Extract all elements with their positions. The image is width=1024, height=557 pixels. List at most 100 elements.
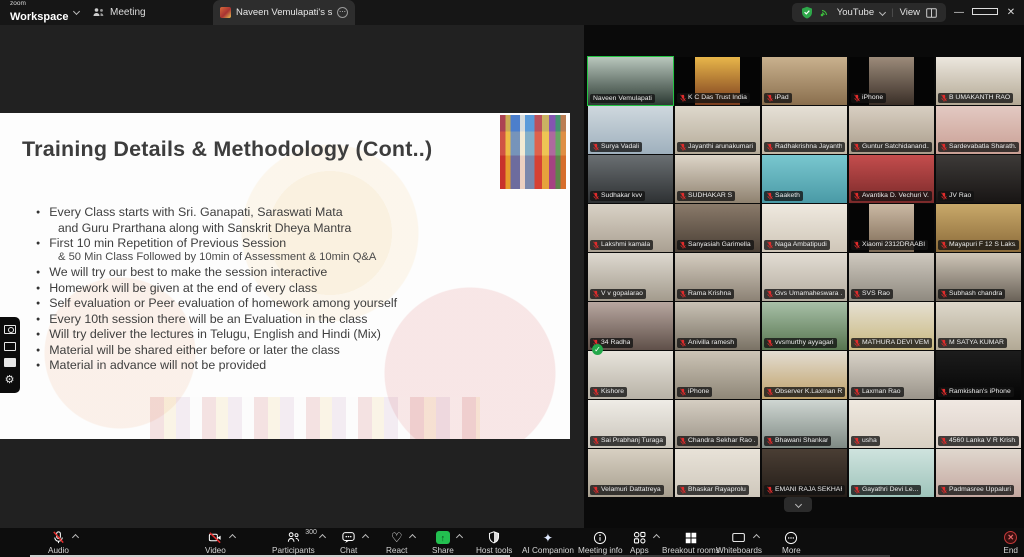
participant-tile[interactable]: M SATYA KUMAR [936, 302, 1021, 350]
chevron-up-icon[interactable] [456, 534, 463, 541]
participant-tile[interactable]: Kishore [588, 351, 673, 399]
breakout-rooms-button[interactable]: Breakout rooms [662, 530, 720, 556]
video-button[interactable]: Video [205, 530, 226, 556]
audio-button[interactable]: Audio [48, 530, 69, 556]
participant-tile[interactable]: Padmasree Uppaluri [936, 449, 1021, 497]
ai-companion-label: AI Companion [522, 546, 574, 555]
participant-tile[interactable]: Surya Vadali [588, 106, 673, 154]
end-label: End [1003, 546, 1018, 555]
participant-tile[interactable]: Sardevabatla Sharath... [936, 106, 1021, 154]
participant-tile[interactable]: Sai Prabhanj Turaga [588, 400, 673, 448]
muted-mic-icon [593, 290, 599, 298]
gear-icon[interactable]: ⚙ [5, 375, 15, 385]
share-label: Share [432, 546, 454, 555]
participant-tile[interactable]: Velamuri Dattatreya [588, 449, 673, 497]
maximize-button[interactable] [972, 7, 998, 18]
participant-tile[interactable]: B UMAKANTH RAO [936, 57, 1021, 105]
participant-tile[interactable]: Observer K.Laxman R... [762, 351, 847, 399]
participant-tile[interactable]: Radhakrishna Jayanthi [762, 106, 847, 154]
participant-tile[interactable]: vvsmurthy ayyagari [762, 302, 847, 350]
participant-tile[interactable]: iPhone [675, 351, 760, 399]
close-button[interactable]: ✕ [998, 7, 1024, 18]
record-icon[interactable] [4, 358, 16, 367]
participant-tile[interactable]: Jayanthi arunakumari [675, 106, 760, 154]
chevron-up-icon[interactable] [408, 534, 415, 541]
participant-tile[interactable]: MATHURA DEVI VEMPA... [849, 302, 934, 350]
meeting-info-button[interactable]: Meeting info [578, 530, 623, 556]
participant-tile[interactable]: Avantika D. Vechuri V... [849, 155, 934, 203]
host-tools-button[interactable]: Host tools [476, 530, 512, 556]
react-button[interactable]: ♡ React [386, 530, 407, 556]
participant-tile[interactable]: Anivilla ramesh [675, 302, 760, 350]
participant-tile[interactable]: Laxman Rao [849, 351, 934, 399]
participant-tile[interactable]: Lakshmi kamala [588, 204, 673, 252]
participant-tile[interactable]: iPhone [849, 57, 934, 105]
participant-tile[interactable]: iPad [762, 57, 847, 105]
participant-tile[interactable]: Bhawani Shankar [762, 400, 847, 448]
whiteboards-button[interactable]: Whiteboards [716, 530, 762, 556]
slide-bullet: ●Will try deliver the lectures in Telugu… [30, 327, 535, 342]
apps-button[interactable]: Apps [630, 530, 649, 556]
participant-tile[interactable]: Xiaomi 2312DRAABI [849, 204, 934, 252]
participant-tile[interactable]: Ramkishan's iPhone [936, 351, 1021, 399]
participant-tile[interactable]: Rama Krishna [675, 253, 760, 301]
chevron-up-icon[interactable] [653, 534, 660, 541]
more-label: More [782, 546, 801, 555]
chevron-down-icon[interactable] [73, 8, 80, 15]
participant-name-label: Sardevabatla Sharath... [938, 142, 1019, 152]
participant-tile[interactable]: V v gopalarao [588, 253, 673, 301]
participant-tile[interactable]: Subhash chandra [936, 253, 1021, 301]
video-label: Video [205, 546, 226, 555]
participant-tile[interactable]: Chandra Sekhar Rao ... [675, 400, 760, 448]
participant-name: Guntur Satchidanand... [862, 143, 929, 150]
participants-button[interactable]: 300 Participants [272, 530, 315, 556]
participant-name-label: V v gopalarao [590, 289, 646, 299]
camera-icon[interactable] [4, 325, 16, 334]
tab-shared-screen[interactable]: Naveen Vemulapati's screen ⋯ [213, 0, 355, 25]
minimize-button[interactable]: — [946, 7, 972, 18]
participant-tile[interactable]: Bhaskar Rayaprolu [675, 449, 760, 497]
participant-name: Observer K.Laxman R... [775, 388, 842, 395]
participant-tile[interactable]: usha [849, 400, 934, 448]
gallery-next-page-button[interactable] [784, 497, 812, 512]
muted-mic-icon [767, 94, 773, 102]
participant-tile[interactable]: Gvs Umamaheswara ... [762, 253, 847, 301]
participant-name-label: Sai Prabhanj Turaga [590, 436, 666, 446]
participant-tile[interactable]: Naveen Vemulapati [588, 57, 673, 105]
participant-tile[interactable]: SVS Rao [849, 253, 934, 301]
chat-button[interactable]: Chat [340, 530, 357, 556]
chevron-up-icon[interactable] [362, 534, 369, 541]
participant-tile[interactable]: Guntur Satchidanand... [849, 106, 934, 154]
end-button[interactable]: ✕ End [1003, 530, 1018, 556]
view-label[interactable]: View [900, 7, 920, 18]
tab-meeting[interactable]: Meeting [92, 0, 146, 25]
more-button[interactable]: More [782, 530, 801, 556]
participant-tile[interactable]: 34 Radha ✓ [588, 302, 673, 350]
participant-name: Anivilla ramesh [688, 339, 734, 346]
participant-name-label: Naveen Vemulapati [590, 94, 655, 103]
participant-tile[interactable]: Gayathri Devi Le... [849, 449, 934, 497]
chevron-down-icon[interactable] [879, 9, 886, 16]
participant-tile[interactable]: EMANI RAJA SEKHAR [762, 449, 847, 497]
chevron-up-icon[interactable] [319, 534, 326, 541]
participant-name-label: Guntur Satchidanand... [851, 142, 932, 152]
chevron-up-icon[interactable] [753, 534, 760, 541]
participant-tile[interactable]: Sudhakar kvv [588, 155, 673, 203]
tab-options-icon[interactable]: ⋯ [337, 7, 348, 18]
chevron-up-icon[interactable] [229, 534, 236, 541]
participant-tile[interactable]: 4560 Lanka V R Krish... [936, 400, 1021, 448]
live-stream-status[interactable]: YouTube | View [792, 3, 946, 22]
participant-tile[interactable]: Saaketh [762, 155, 847, 203]
screen-rect-icon[interactable] [4, 342, 16, 351]
participant-tile[interactable]: SUDHAKAR S [675, 155, 760, 203]
participant-tile[interactable]: Mayapuri F 12 S Laks... [936, 204, 1021, 252]
participant-tile[interactable]: Naga Ambatipudi [762, 204, 847, 252]
annotation-toolbar[interactable]: ⚙ [0, 317, 20, 393]
ai-companion-button[interactable]: ✦ AI Companion [522, 530, 574, 556]
participant-tile[interactable]: Sanyasiah Garimella [675, 204, 760, 252]
chevron-up-icon[interactable] [72, 534, 79, 541]
participant-name: Chandra Sekhar Rao ... [688, 437, 755, 444]
participant-tile[interactable]: JV Rao [936, 155, 1021, 203]
share-button[interactable]: ↑ Share [432, 530, 454, 556]
participant-tile[interactable]: K C Das Trust India [675, 57, 760, 105]
